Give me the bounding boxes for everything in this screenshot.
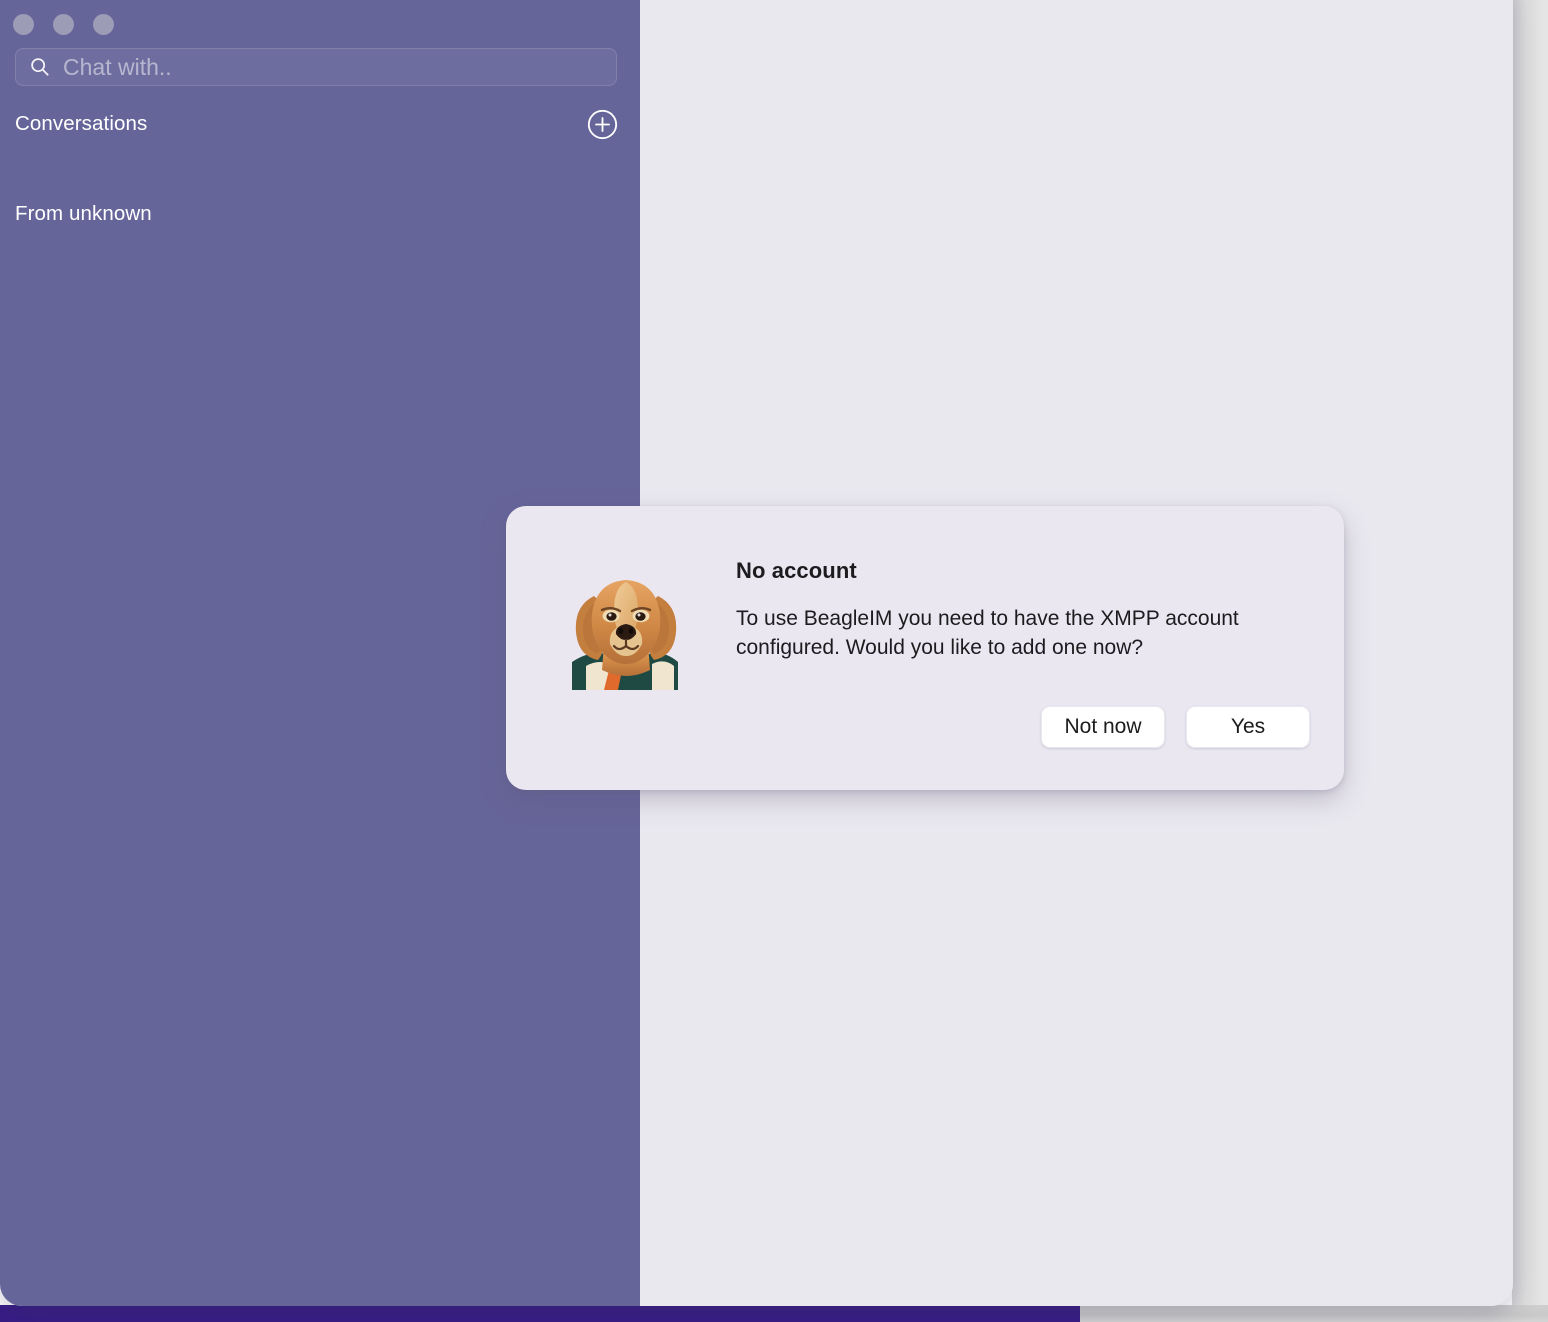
sidebar-section-from-unknown[interactable]: From unknown (15, 202, 152, 226)
no-account-dialog: No account To use BeagleIM you need to h… (506, 506, 1344, 790)
minimize-button[interactable] (53, 14, 74, 35)
search-icon (31, 58, 49, 76)
dialog-message: To use BeagleIM you need to have the XMP… (736, 607, 1239, 659)
desktop-gray-bar (1080, 1305, 1548, 1322)
dialog-text-block: No account To use BeagleIM you need to h… (736, 550, 1316, 662)
desktop-right-edge (1512, 0, 1548, 1305)
dialog-actions: Not now Yes (1041, 706, 1310, 748)
window-controls (13, 14, 114, 35)
conversations-header: Conversations (15, 109, 625, 139)
beagle-dog-icon (572, 580, 678, 690)
conversations-title: Conversations (15, 112, 148, 135)
zoom-button[interactable] (93, 14, 114, 35)
search-field[interactable] (15, 48, 617, 86)
dialog-body: No account To use BeagleIM you need to h… (540, 550, 1310, 690)
search-input[interactable] (63, 53, 583, 81)
app-window: Conversations From unknown (0, 0, 1513, 1306)
dialog-title: No account (736, 558, 857, 583)
not-now-button[interactable]: Not now (1041, 706, 1165, 748)
yes-button[interactable]: Yes (1186, 706, 1310, 748)
plus-circle-icon[interactable] (587, 109, 618, 140)
close-button[interactable] (13, 14, 34, 35)
desktop-accent-bar (0, 1305, 1080, 1322)
